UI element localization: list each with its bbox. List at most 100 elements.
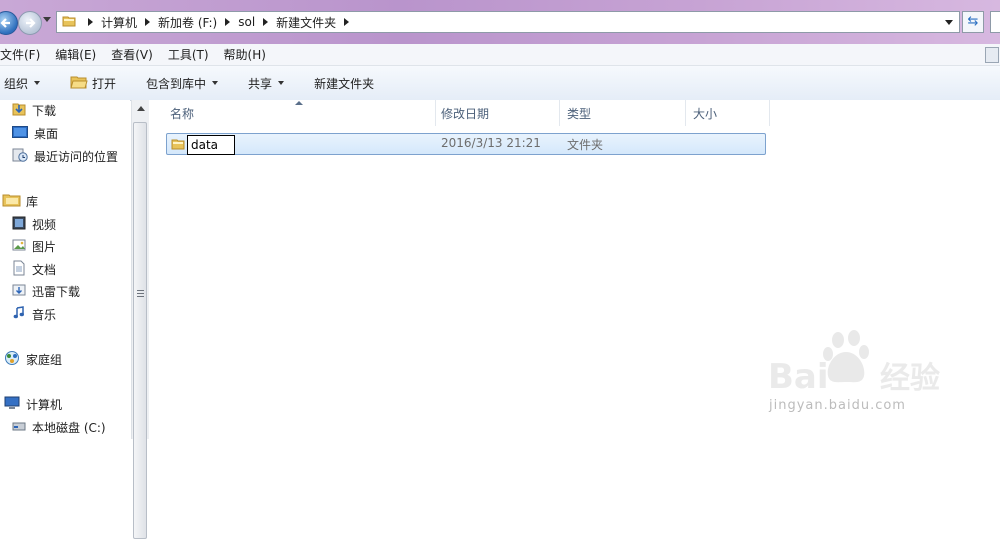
svg-text:经验: 经验 (880, 361, 940, 396)
arrow-right-icon (26, 18, 36, 28)
address-dropdown-icon[interactable] (945, 20, 953, 25)
column-divider[interactable] (769, 100, 770, 126)
breadcrumb-sol[interactable]: sol (238, 15, 255, 29)
share-button[interactable]: 共享 (248, 75, 285, 92)
drive-icon (12, 418, 26, 437)
share-label: 共享 (248, 76, 273, 91)
menu-help[interactable]: 帮助(H) (224, 46, 266, 63)
menu-bar: 文件(F) 编辑(E) 查看(V) 工具(T) 帮助(H) (0, 44, 1000, 66)
new-folder-button[interactable]: 新建文件夹 (314, 75, 374, 92)
refresh-button[interactable]: ⇆ (962, 11, 984, 33)
nav-item-downloads[interactable]: 下载 (12, 100, 56, 120)
nav-item-label: 计算机 (26, 397, 63, 412)
breadcrumb-computer[interactable]: 计算机 (101, 14, 137, 31)
address-bar[interactable]: 计算机 新加卷 (F:) sol 新建文件夹 (56, 11, 960, 33)
nav-item-label: 家庭组 (26, 352, 63, 367)
nav-item-label: 音乐 (32, 307, 57, 322)
column-divider[interactable] (435, 100, 436, 126)
column-header-type[interactable]: 类型 (567, 100, 591, 126)
column-header-size[interactable]: 大小 (693, 100, 717, 126)
chevron-right-icon[interactable] (263, 18, 269, 26)
recent-pages-dropdown[interactable] (43, 17, 51, 22)
breadcrumb: 计算机 新加卷 (F:) sol 新建文件夹 (80, 14, 357, 31)
scroll-up-icon[interactable] (137, 106, 145, 111)
organize-button[interactable]: 组织 (4, 75, 41, 92)
baidu-jingyan-watermark: Bai 经验 (768, 330, 940, 397)
nav-item-computer[interactable]: 计算机 (4, 394, 62, 414)
nav-item-label: 视频 (32, 217, 57, 232)
grip-line (137, 293, 144, 294)
nav-item-label: 最近访问的位置 (34, 149, 119, 164)
menu-file[interactable]: 文件(F) (0, 46, 40, 63)
video-icon (12, 215, 26, 234)
column-divider[interactable] (559, 100, 560, 126)
desktop-icon (12, 125, 28, 142)
download-folder-icon (12, 282, 26, 301)
nav-item-music[interactable]: 音乐 (12, 304, 56, 324)
music-icon (12, 305, 26, 324)
homegroup-icon (4, 350, 20, 369)
watermark-url: jingyan.baidu.com (769, 398, 906, 413)
nav-item-homegroup[interactable]: 家庭组 (4, 349, 62, 369)
chevron-down-icon (34, 81, 41, 85)
sort-ascending-icon (295, 101, 303, 105)
nav-item-xunlei-downloads[interactable]: 迅雷下载 (12, 281, 80, 301)
chevron-right-icon[interactable] (145, 18, 151, 26)
open-button[interactable]: 打开 (70, 75, 116, 92)
nav-item-label: 库 (26, 194, 39, 209)
recent-places-icon (12, 147, 28, 166)
menu-view[interactable]: 查看(V) (111, 46, 153, 63)
downloads-icon (12, 101, 26, 120)
folder-icon (62, 14, 76, 31)
nav-item-libraries[interactable]: 库 (2, 191, 38, 211)
navigation-pane: 下载 桌面 最近访问的位置 库 视频 图片 文档 迅雷下载 音乐 家庭组 计算机 (0, 100, 130, 439)
nav-item-recent-places[interactable]: 最近访问的位置 (12, 146, 118, 166)
new-folder-label: 新建文件夹 (314, 76, 375, 91)
chevron-right-icon[interactable] (344, 18, 350, 26)
include-in-library-button[interactable]: 包含到库中 (146, 75, 219, 92)
nav-item-documents[interactable]: 文档 (12, 259, 56, 279)
nav-item-desktop[interactable]: 桌面 (12, 123, 58, 143)
refresh-icon: ⇆ (967, 14, 979, 29)
grip-line (137, 290, 144, 291)
folder-icon (171, 137, 185, 154)
chevron-right-icon[interactable] (225, 18, 231, 26)
column-divider[interactable] (685, 100, 686, 126)
nav-item-label: 图片 (32, 239, 57, 254)
back-button[interactable] (0, 11, 18, 35)
navigation-scrollbar[interactable] (131, 100, 149, 539)
menu-edit[interactable]: 编辑(E) (55, 46, 96, 63)
organize-label: 组织 (4, 76, 29, 91)
nav-item-pictures[interactable]: 图片 (12, 236, 56, 256)
document-icon (12, 260, 26, 279)
nav-item-label: 本地磁盘 (C:) (32, 420, 106, 435)
menu-tools[interactable]: 工具(T) (168, 46, 209, 63)
rename-input[interactable]: data (187, 135, 235, 155)
forward-button[interactable] (18, 11, 42, 35)
arrow-left-icon (0, 18, 10, 28)
row-modified-date: 2016/3/13 21:21 (441, 136, 541, 150)
computer-icon (4, 395, 20, 414)
nav-item-local-disk-c[interactable]: 本地磁盘 (C:) (12, 417, 106, 437)
nav-item-label: 迅雷下载 (32, 284, 81, 299)
nav-item-label: 文档 (32, 262, 57, 277)
chevron-right-icon[interactable] (88, 18, 93, 26)
nav-item-label: 下载 (32, 103, 57, 118)
open-label: 打开 (92, 76, 117, 91)
grip-line (137, 296, 144, 297)
nav-item-videos[interactable]: 视频 (12, 214, 56, 234)
menu-extra-button[interactable] (985, 47, 999, 63)
row-type: 文件夹 (567, 138, 604, 152)
breadcrumb-new-folder[interactable]: 新建文件夹 (276, 14, 336, 31)
svg-text:Bai: Bai (768, 357, 829, 397)
column-header-name[interactable]: 名称 (170, 100, 194, 126)
command-bar: 组织 打开 包含到库中 共享 新建文件夹 (0, 66, 1000, 101)
scrollbar-thumb[interactable] (133, 122, 147, 539)
breadcrumb-drive-f[interactable]: 新加卷 (F:) (158, 14, 217, 31)
column-header-modified[interactable]: 修改日期 (441, 100, 489, 126)
chevron-down-icon (278, 81, 285, 85)
include-in-library-label: 包含到库中 (146, 76, 207, 91)
chevron-down-icon (212, 81, 219, 85)
libraries-icon (2, 192, 22, 211)
search-box[interactable] (990, 11, 1000, 33)
